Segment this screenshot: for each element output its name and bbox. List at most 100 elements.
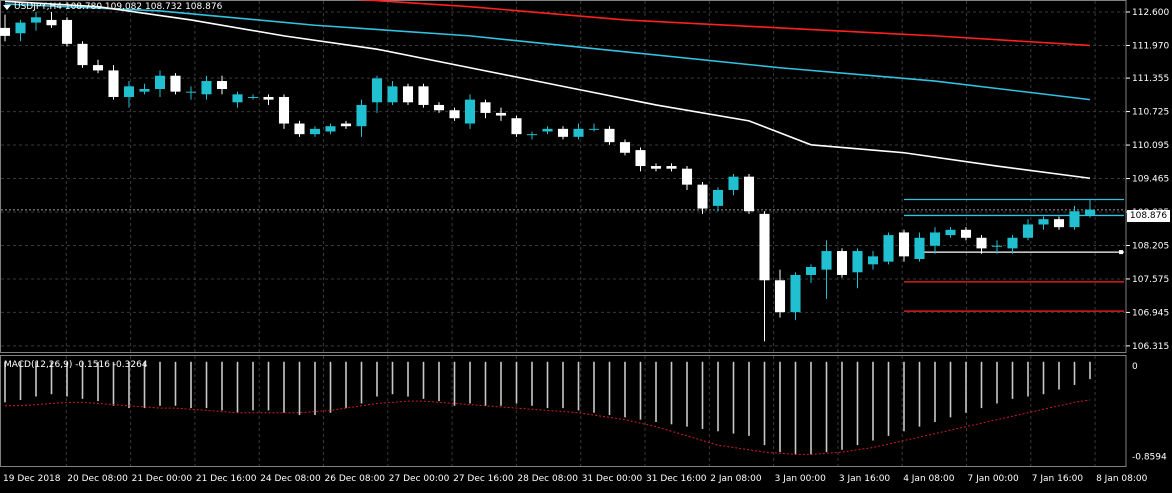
candle-body: [960, 229, 972, 238]
chart-title: USDJPY,H4 108.780 109.082 108.732 108.87…: [14, 2, 222, 12]
moving-average-line: [4, 3, 1091, 101]
candle-body: [557, 128, 569, 137]
candle-body: [666, 166, 677, 169]
candle-body: [1022, 224, 1034, 238]
candle-body: [821, 251, 832, 270]
candle-body: [123, 86, 135, 97]
candle-body: [898, 232, 910, 257]
candle-body: [542, 128, 553, 132]
macd-y-tick-label: -0.8594: [1132, 452, 1167, 462]
x-tick-label: 26 Dec 08:00: [325, 474, 386, 484]
current-price-tag: 108.876: [1127, 210, 1170, 222]
chart-menu-icon[interactable]: [3, 5, 11, 10]
chart-area: 19 Dec 2018 20 Dec 08:00 21 Dec 00:00 21 De…: [0, 0, 1172, 489]
candle-body: [0, 27, 11, 36]
candle-body: [511, 118, 522, 135]
candle-body: [526, 134, 538, 136]
y-tick-label: 111.355: [1132, 74, 1169, 84]
y-tick-label: 107.575: [1132, 275, 1169, 285]
x-tick-label: 20 Dec 08:00: [67, 474, 128, 484]
candle-body: [185, 91, 197, 93]
x-tick-label: 31 Dec 16:00: [646, 474, 707, 484]
candle-body: [46, 19, 57, 26]
candle-body: [852, 251, 863, 273]
x-tick-label: 27 Dec 00:00: [389, 474, 450, 484]
candle-body: [356, 104, 367, 127]
candle-body: [805, 266, 817, 275]
candle-body: [604, 128, 615, 143]
x-tick-label: 7 Jan 00:00: [968, 474, 1020, 484]
candle-body: [774, 280, 786, 313]
candle-body: [743, 176, 755, 212]
candle-body: [588, 128, 600, 130]
candle-body: [495, 112, 507, 116]
candle-body: [108, 70, 119, 97]
candle-body: [340, 123, 352, 127]
candle-body: [309, 128, 321, 135]
candle-body: [139, 89, 150, 92]
y-tick-label: 109.465: [1132, 175, 1169, 185]
moving-average-line: [4, 0, 1091, 180]
candle-body: [1038, 219, 1049, 225]
candle-body: [263, 96, 274, 100]
x-tick-label: 21 Dec 16:00: [196, 474, 257, 484]
y-tick-label: 106.945: [1132, 308, 1169, 318]
candle-body: [790, 274, 801, 313]
ohlc-readout: 108.780 109.082 108.732 108.876: [64, 2, 223, 12]
macd-signal-line: [5, 399, 1091, 455]
y-tick-label: 106.315: [1132, 342, 1169, 352]
candle-body: [883, 235, 894, 262]
x-tick-label: 21 Dec 00:00: [132, 474, 193, 484]
candle-body: [991, 245, 1003, 247]
y-tick-label: 110.095: [1132, 141, 1169, 151]
main-pane-frame: [0, 0, 1127, 353]
candle-body: [30, 17, 42, 23]
y-tick-label: 110.725: [1132, 108, 1169, 118]
candle-body: [216, 81, 228, 90]
x-tick-label: 31 Dec 00:00: [582, 474, 643, 484]
candle-body: [371, 78, 383, 103]
x-tick-label: 3 Jan 16:00: [839, 474, 891, 484]
x-tick-label: 27 Dec 16:00: [453, 474, 514, 484]
candle-body: [387, 86, 398, 103]
candle-body: [945, 229, 956, 236]
candle-body: [92, 65, 104, 71]
candle-body: [247, 96, 259, 98]
x-tick-label: 8 Jan 08:00: [1096, 474, 1148, 484]
level-handle: [1119, 250, 1123, 255]
x-tick-label: 4 Jan 08:00: [903, 474, 955, 484]
candle-body: [681, 168, 693, 185]
candle-body: [449, 110, 460, 119]
candle-body: [836, 251, 848, 275]
candle-body: [573, 128, 584, 137]
candle-body: [929, 232, 941, 246]
candle-body: [697, 184, 708, 209]
candle-body: [418, 86, 429, 105]
candle-body: [867, 256, 879, 265]
x-tick-label: 28 Dec 08:00: [517, 474, 578, 484]
x-tick-label: 24 Dec 08:00: [260, 474, 321, 484]
chart-svg: 19 Dec 2018 20 Dec 08:00 21 Dec 00:00 21 De…: [0, 0, 1169, 484]
candle-body: [1069, 211, 1080, 228]
candle-body: [728, 176, 739, 190]
moving-average-line: [353, 0, 1091, 47]
candle-body: [1053, 219, 1065, 228]
candle-body: [294, 123, 305, 135]
y-tick-label: 111.970: [1132, 41, 1169, 51]
x-tick-label: 7 Jan 16:00: [1032, 474, 1084, 484]
candle-body: [325, 126, 336, 132]
candle-body: [650, 166, 662, 169]
candle-body: [201, 81, 212, 95]
candle-body: [1084, 209, 1096, 215]
candle-body: [232, 94, 243, 103]
x-tick-label: 3 Jan 00:00: [775, 474, 827, 484]
candle-body: [480, 102, 491, 113]
candle-body: [433, 104, 445, 111]
candle-body: [170, 75, 181, 92]
macd-title: MACD(12,26,9) -0.1516 -0.3264: [4, 360, 148, 370]
candle-body: [619, 142, 631, 153]
y-tick-label: 112.600: [1132, 8, 1169, 18]
candle-body: [77, 43, 88, 66]
candle-body: [278, 96, 290, 124]
candle-body: [914, 237, 925, 260]
